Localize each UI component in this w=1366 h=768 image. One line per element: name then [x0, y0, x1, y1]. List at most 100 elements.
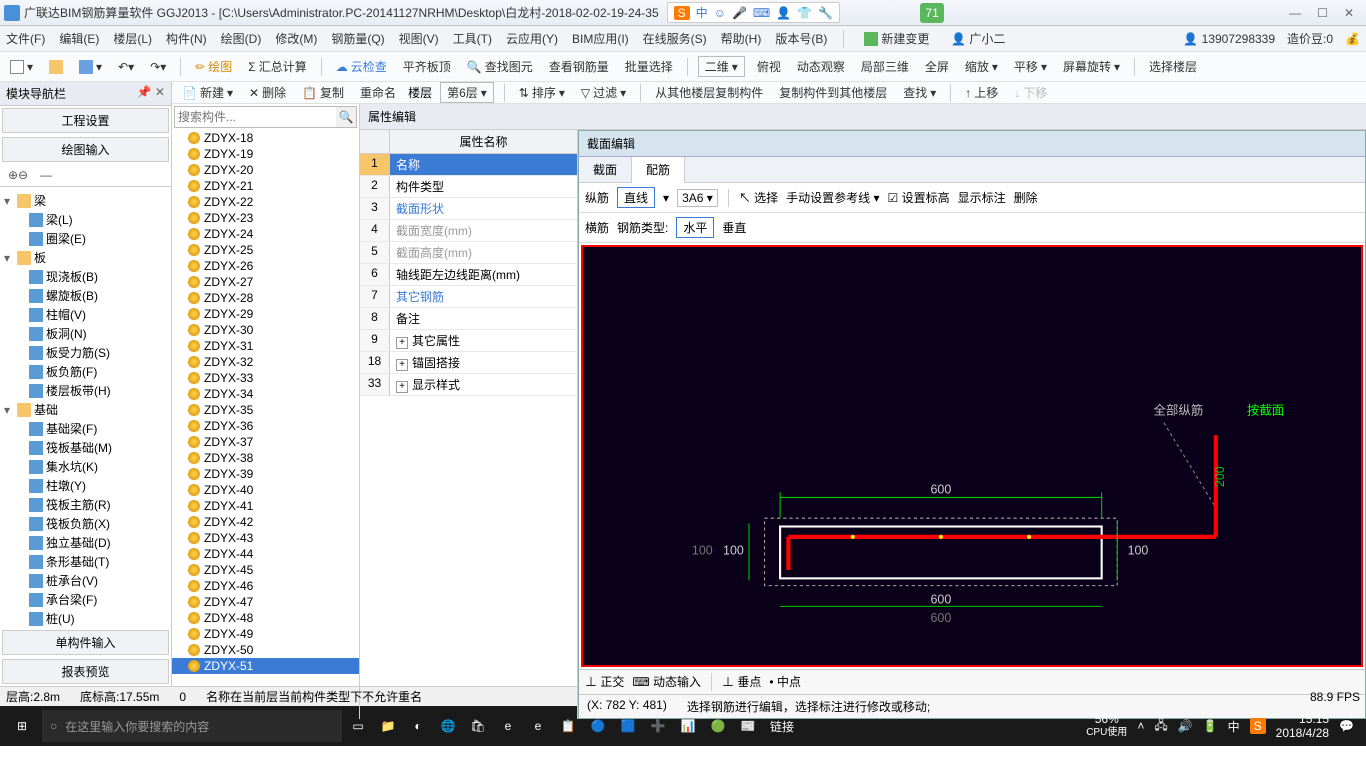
line-type-select[interactable]: 直线 — [617, 187, 655, 208]
open-button[interactable] — [45, 58, 67, 76]
network-icon[interactable]: 🖧 — [1154, 716, 1167, 737]
select-tool[interactable]: ↖ 选择 — [739, 189, 778, 206]
find-comp-button[interactable]: 查找 ▾ — [899, 82, 940, 103]
delete-button[interactable]: ✕删除 — [245, 82, 290, 103]
list-item[interactable]: ZDYX-43 — [172, 530, 359, 546]
menu-modify[interactable]: 修改(M) — [275, 30, 317, 47]
list-item[interactable]: ZDYX-42 — [172, 514, 359, 530]
undo-button[interactable]: ↶▾ — [114, 58, 138, 76]
task-view-icon[interactable]: ▭ — [344, 710, 372, 742]
start-button[interactable]: ⊞ — [4, 710, 40, 742]
dyn-input-button[interactable]: ⌨ 动态输入 — [632, 673, 701, 690]
property-row[interactable]: 33+显示样式 — [360, 374, 577, 396]
project-settings-button[interactable]: 工程设置 — [2, 108, 169, 133]
filter-button[interactable]: ▽过滤 ▾ — [577, 82, 630, 103]
maximize-button[interactable]: ☐ — [1317, 6, 1328, 20]
list-item[interactable]: ZDYX-38 — [172, 450, 359, 466]
tab-section[interactable]: 截面 — [579, 157, 632, 182]
tree-item[interactable]: ▾梁 — [2, 191, 169, 210]
redo-button[interactable]: ↷▾ — [146, 58, 170, 76]
list-item[interactable]: ZDYX-37 — [172, 434, 359, 450]
cpu-meter[interactable]: 56%CPU使用 — [1086, 713, 1127, 739]
floor-select[interactable]: 第6层 ▾ — [440, 82, 494, 103]
clock[interactable]: 15:152018/4/28 — [1276, 712, 1329, 740]
bean-count[interactable]: 造价豆:0 — [1287, 30, 1333, 47]
rename-button[interactable]: 重命名 — [356, 82, 400, 103]
menu-floor[interactable]: 楼层(L) — [113, 30, 152, 47]
tree-item[interactable]: 柱帽(V) — [2, 305, 169, 324]
menu-version[interactable]: 版本号(B) — [775, 30, 827, 47]
list-item[interactable]: ZDYX-49 — [172, 626, 359, 642]
tree-item[interactable]: 桩(U) — [2, 609, 169, 628]
tab-rebar[interactable]: 配筋 — [632, 157, 685, 183]
list-item[interactable]: ZDYX-40 — [172, 482, 359, 498]
new-comp-button[interactable]: 📄新建 ▾ — [178, 82, 237, 103]
sogou-tray-icon[interactable]: S — [1250, 718, 1266, 734]
list-item[interactable]: ZDYX-48 — [172, 610, 359, 626]
list-item[interactable]: ZDYX-33 — [172, 370, 359, 386]
ime-lang[interactable]: 中 — [696, 4, 708, 21]
tree-item[interactable]: 板洞(N) — [2, 324, 169, 343]
list-item[interactable]: ZDYX-36 — [172, 418, 359, 434]
ime-i4[interactable]: 👕 — [797, 6, 812, 20]
app-icon-4[interactable]: 🟦 — [614, 710, 642, 742]
explorer-icon[interactable]: 📁 — [374, 710, 402, 742]
tree-item[interactable]: 集水坑(K) — [2, 457, 169, 476]
store-icon[interactable]: 🛍 — [464, 710, 492, 742]
perp-snap-button[interactable]: ⊥ 垂点 — [722, 673, 761, 690]
tree-item[interactable]: 独立基础(D) — [2, 533, 169, 552]
pan-button[interactable]: 平移 ▾ — [1010, 56, 1051, 77]
list-item[interactable]: ZDYX-31 — [172, 338, 359, 354]
list-item[interactable]: ZDYX-26 — [172, 258, 359, 274]
app-icon-7[interactable]: 🟢 — [704, 710, 732, 742]
new-file-button[interactable]: ▾ — [6, 58, 37, 76]
report-preview-button[interactable]: 报表预览 — [2, 659, 169, 684]
level-slab-button[interactable]: 平齐板顶 — [399, 56, 455, 77]
move-up-button[interactable]: ↑上移 — [961, 82, 1002, 103]
nav-tab-1[interactable]: ⊕⊖ — [2, 166, 34, 184]
menu-cloud[interactable]: 云应用(Y) — [506, 30, 558, 47]
copy-from-button[interactable]: 从其他楼层复制构件 — [651, 82, 767, 103]
property-row[interactable]: 6轴线距左边线距离(mm) — [360, 264, 577, 286]
property-row[interactable]: 18+锚固搭接 — [360, 352, 577, 374]
ime-i2[interactable]: ⌨ — [753, 6, 770, 20]
list-item[interactable]: ZDYX-41 — [172, 498, 359, 514]
tray-up-icon[interactable]: ˄ — [1137, 719, 1144, 733]
fullscreen-button[interactable]: 全屏 — [921, 56, 953, 77]
vert-button[interactable]: 垂直 — [722, 219, 746, 236]
list-item[interactable]: ZDYX-51 — [172, 658, 359, 674]
list-item[interactable]: ZDYX-45 — [172, 562, 359, 578]
search-icon[interactable]: 🔍 — [336, 107, 356, 127]
property-row[interactable]: 7其它钢筋 — [360, 286, 577, 308]
battery-icon[interactable]: 🔋 — [1203, 719, 1218, 733]
edge2-icon[interactable]: e — [494, 710, 522, 742]
tree-item[interactable]: 螺旋板(B) — [2, 286, 169, 305]
save-button[interactable]: ▾ — [75, 58, 106, 76]
zoom-button[interactable]: 缩放 ▾ — [961, 56, 1002, 77]
manual-ref-button[interactable]: 手动设置参考线 ▾ — [786, 189, 879, 206]
property-row[interactable]: 2构件类型 — [360, 176, 577, 198]
tree-item[interactable]: 现浇板(B) — [2, 267, 169, 286]
menu-online[interactable]: 在线服务(S) — [643, 30, 707, 47]
orbit-button[interactable]: 动态观察 — [793, 56, 849, 77]
ime-i1[interactable]: 🎤 — [732, 6, 747, 20]
tree-item[interactable]: 板负筋(F) — [2, 362, 169, 381]
list-item[interactable]: ZDYX-47 — [172, 594, 359, 610]
pin-icon[interactable]: 📌 ✕ — [137, 85, 165, 102]
tree-item[interactable]: 板受力筋(S) — [2, 343, 169, 362]
tree-item[interactable]: 筏板负筋(X) — [2, 514, 169, 533]
section-canvas[interactable]: 全部纵筋 按截面 600 100 100 — [581, 245, 1363, 667]
list-item[interactable]: ZDYX-34 — [172, 386, 359, 402]
draw-button[interactable]: ✏ 绘图 — [191, 56, 236, 77]
app-icon-5[interactable]: ➕ — [644, 710, 672, 742]
list-item[interactable]: ZDYX-28 — [172, 290, 359, 306]
delete-rebar-button[interactable]: 删除 — [1014, 189, 1038, 206]
set-elev-button[interactable]: ☑ 设置标高 — [888, 189, 950, 206]
property-row[interactable]: 8备注 — [360, 308, 577, 330]
local-3d-button[interactable]: 局部三维 — [857, 56, 913, 77]
select-floor-button[interactable]: 选择楼层 — [1145, 56, 1201, 77]
move-down-button[interactable]: ↓下移 — [1010, 82, 1051, 103]
property-row[interactable]: 9+其它属性 — [360, 330, 577, 352]
tree-item[interactable]: 梁(L) — [2, 210, 169, 229]
app-icon-8[interactable]: 📰 — [734, 710, 762, 742]
